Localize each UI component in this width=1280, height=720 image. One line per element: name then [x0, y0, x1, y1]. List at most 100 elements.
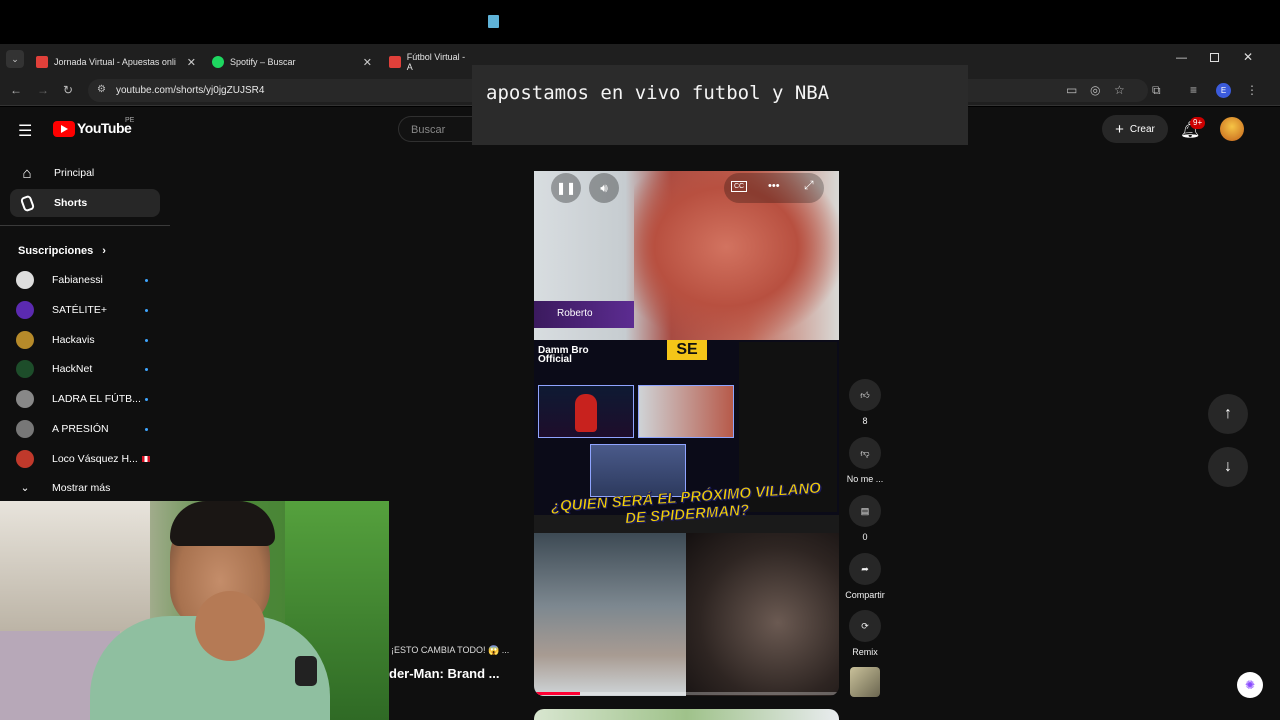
share-button[interactable]: ➦ Compartir — [845, 553, 885, 600]
tab-favicon — [389, 56, 401, 68]
fullscreen-icon[interactable]: ⤢ — [804, 178, 814, 193]
short-video-player[interactable]: Roberto ❚❚ 🔊︎ CC ••• ⤢ Damm Bro Official… — [534, 171, 839, 696]
tab-title: Jornada Virtual - Apuestas onli — [54, 57, 176, 67]
new-content-dot — [145, 308, 148, 312]
pause-icon: ❚❚ — [555, 181, 577, 195]
roberto-cam — [638, 385, 734, 438]
profile-avatar[interactable]: E — [1216, 83, 1231, 98]
comments-button[interactable]: ▤ 0 — [845, 495, 885, 542]
url-text: youtube.com/shorts/yj0jgZUJSR4 — [116, 85, 265, 96]
share-label: Compartir — [845, 590, 885, 600]
badge: SE — [667, 340, 707, 360]
arrow-down-icon: ↓ — [1224, 458, 1232, 475]
eye-off-icon[interactable]: ◎ — [1090, 83, 1100, 97]
minimize-icon[interactable]: — — [1176, 52, 1187, 64]
sidebar-sub-loco-vasquez[interactable]: Loco Vásquez H... — [16, 447, 156, 471]
install-icon[interactable]: ▭ — [1066, 83, 1077, 97]
sidebar-item-label: Shorts — [54, 197, 88, 209]
sidebar-sub-fabianessi[interactable]: Fabianessi — [16, 268, 156, 292]
shorts-icon — [18, 194, 36, 212]
like-button[interactable]: 👍︎ 8 — [845, 379, 885, 426]
new-content-dot — [145, 367, 148, 371]
subscriptions-title[interactable]: Suscripciones › — [18, 245, 106, 257]
spotify-icon — [212, 56, 224, 68]
new-content-dot — [145, 427, 148, 431]
sidebar-sub-satelite[interactable]: SATÉLITE+ — [16, 298, 156, 322]
sidebar-sub-ladra[interactable]: LADRA EL FÚTB... — [16, 387, 156, 411]
tab-favicon — [36, 56, 48, 68]
hamburger-icon[interactable]: ☰ — [18, 121, 32, 141]
progress-track[interactable] — [534, 692, 839, 695]
speaker-name: Roberto — [557, 308, 593, 319]
sidebar-sub-hackavis[interactable]: Hackavis — [16, 328, 156, 352]
tab-title: Fútbol Virtual - A — [406, 52, 466, 72]
webcam-overlay — [0, 501, 389, 720]
avatar — [16, 360, 34, 378]
menu-icon[interactable]: ⋮ — [1246, 83, 1258, 97]
preview-title[interactable]: der-Man: Brand ... — [389, 666, 500, 681]
remix-label: Remix — [852, 647, 878, 657]
sidebar-sub-hacknet[interactable]: HackNet — [16, 357, 156, 381]
plus-icon: + — [1115, 120, 1124, 138]
name-tag: Roberto — [534, 301, 634, 328]
extensions-icon[interactable]: ⧉ — [1152, 83, 1161, 98]
avatar — [16, 450, 34, 468]
pause-button[interactable]: ❚❚ — [551, 173, 581, 203]
assistant-icon[interactable]: ✺ — [1237, 672, 1263, 698]
overlay-banner: apostamos en vivo futbol y NBA — [472, 65, 968, 145]
search-input[interactable]: Buscar — [398, 116, 474, 142]
back-icon[interactable]: ← — [10, 83, 22, 97]
avatar — [16, 390, 34, 408]
thumbs-up-icon: 👍︎ — [849, 379, 881, 411]
youtube-logo-text[interactable]: YouTube — [77, 120, 132, 136]
account-avatar[interactable] — [1220, 117, 1244, 141]
tab-search-button[interactable]: ⌄ — [6, 50, 24, 68]
sidebar-item-principal[interactable]: ⌂ Principal — [10, 159, 160, 187]
overlay-text: apostamos en vivo futbol y NBA — [486, 82, 830, 104]
sub-label: A PRESIÓN — [52, 423, 109, 435]
maximize-icon[interactable] — [1210, 53, 1219, 62]
youtube-logo-icon[interactable] — [53, 121, 75, 137]
show-more-button[interactable]: ⌄ Mostrar más — [16, 476, 156, 500]
previous-short-button[interactable]: ↑ — [1208, 394, 1248, 434]
movie-frame-right — [686, 533, 839, 696]
reading-list-icon[interactable]: ≡ — [1190, 83, 1197, 97]
preview-caption[interactable]: ¡ESTO CAMBIA TODO! 😱 ... — [391, 645, 509, 656]
more-icon[interactable]: ••• — [768, 180, 780, 192]
site-info-icon[interactable]: ⚙ — [97, 84, 106, 95]
volume-button[interactable]: 🔊︎ — [589, 173, 619, 203]
reload-icon[interactable]: ↻ — [63, 83, 73, 97]
channel-logo: Damm Bro Official — [538, 345, 589, 365]
audio-thumbnail[interactable] — [850, 667, 880, 697]
tab-title: Spotify – Buscar — [230, 57, 296, 67]
sidebar-sub-a-presion[interactable]: A PRESIÓN — [16, 417, 156, 441]
new-content-dot — [145, 338, 148, 342]
next-short-preview[interactable] — [534, 709, 839, 720]
subscriptions-title-text: Suscripciones — [18, 245, 94, 257]
dislike-label: No me ... — [846, 474, 884, 484]
avatar — [16, 301, 34, 319]
close-window-icon[interactable]: ✕ — [1243, 50, 1253, 64]
captions-icon[interactable]: CC — [731, 181, 748, 192]
close-tab-icon[interactable]: ✕ — [187, 56, 196, 69]
chevron-down-icon: ⌄ — [20, 482, 30, 494]
divider — [0, 225, 170, 226]
notification-badge: 9+ — [1190, 117, 1206, 129]
sidebar-item-shorts[interactable]: Shorts — [10, 189, 160, 217]
player-controls: CC ••• ⤢ — [724, 173, 824, 203]
tab-jornada-virtual[interactable]: Jornada Virtual - Apuestas onli ✕ — [36, 48, 196, 76]
avatar — [16, 420, 34, 438]
tab-spotify[interactable]: Spotify – Buscar ✕ — [212, 48, 372, 76]
progress-fill — [534, 692, 580, 695]
volume-icon: 🔊︎ — [600, 180, 608, 195]
forward-icon[interactable]: → — [37, 83, 49, 97]
remix-button[interactable]: ⟳ Remix — [845, 610, 885, 657]
close-tab-icon[interactable]: ✕ — [363, 56, 372, 69]
sub-label: HackNet — [52, 363, 93, 375]
dislike-button[interactable]: 👎︎ No me ... — [845, 437, 885, 484]
next-short-button[interactable]: ↓ — [1208, 447, 1248, 487]
tab-futbol-virtual[interactable]: Fútbol Virtual - A — [389, 48, 472, 76]
create-button[interactable]: + Crear — [1102, 115, 1168, 143]
star-icon[interactable]: ☆ — [1114, 83, 1125, 97]
sub-label: Fabianessi — [52, 274, 103, 286]
